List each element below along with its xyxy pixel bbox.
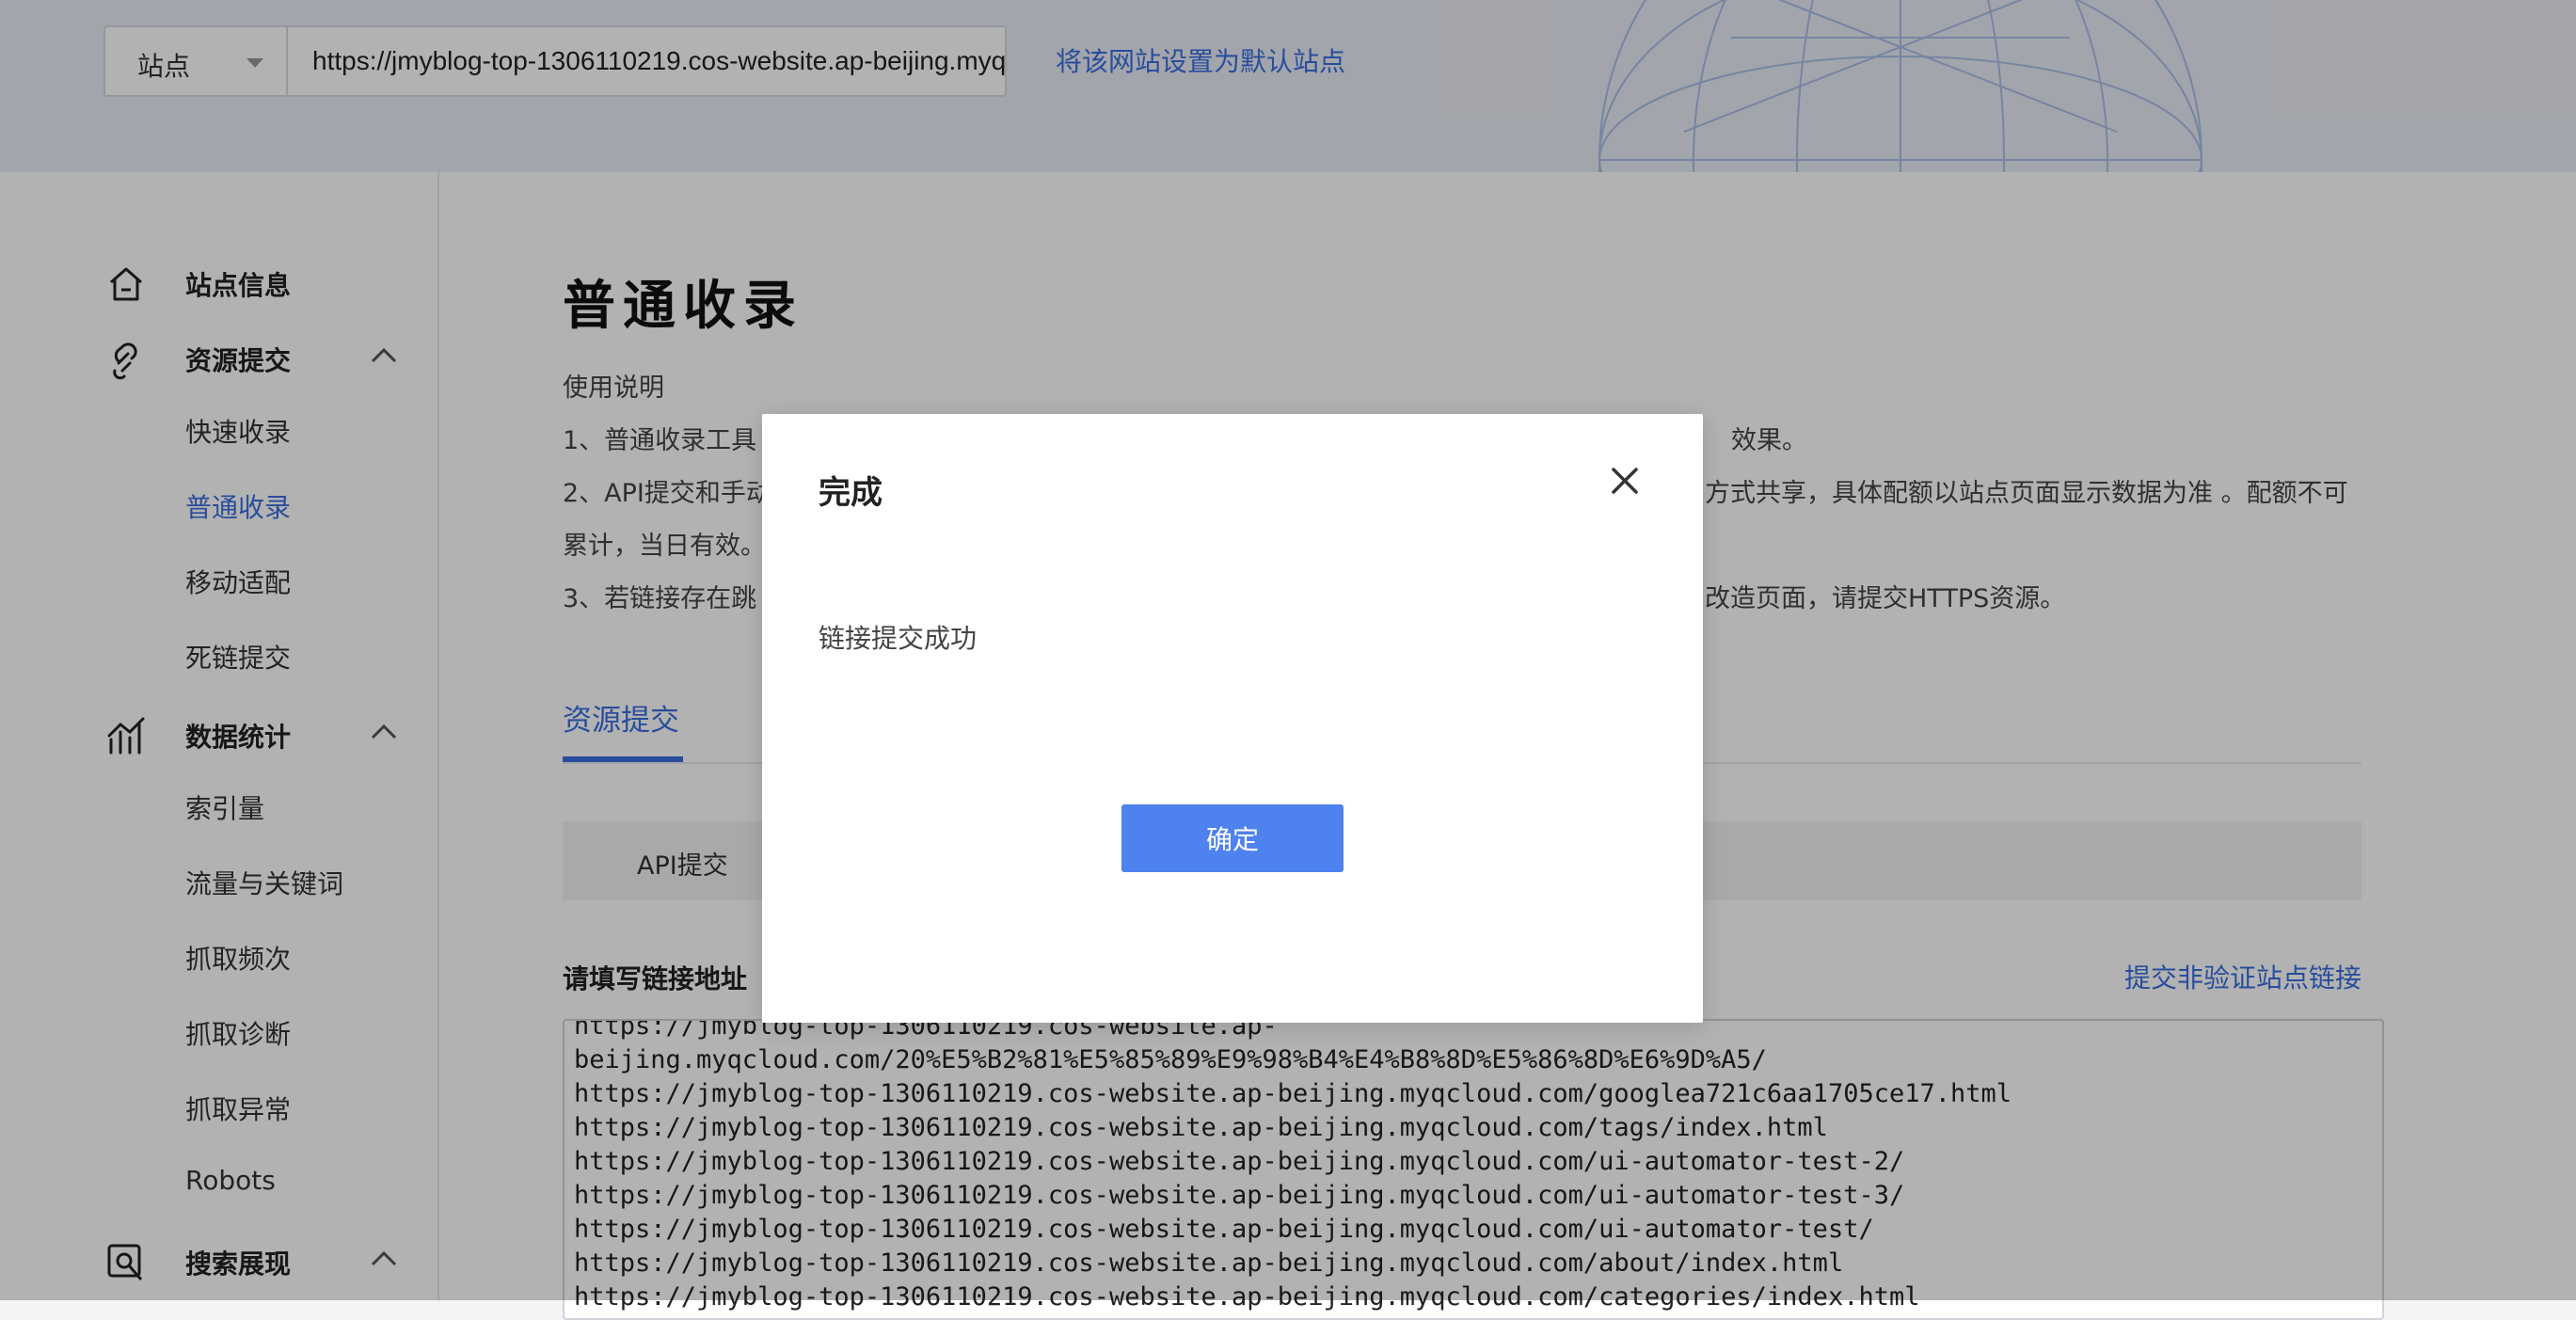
close-icon[interactable] [1609,465,1641,497]
dialog-title: 完成 [819,474,883,512]
confirm-button[interactable]: 确定 [1121,804,1344,872]
dialog-message: 链接提交成功 [819,623,978,654]
completion-dialog: 完成 链接提交成功 确定 [762,414,1703,1023]
